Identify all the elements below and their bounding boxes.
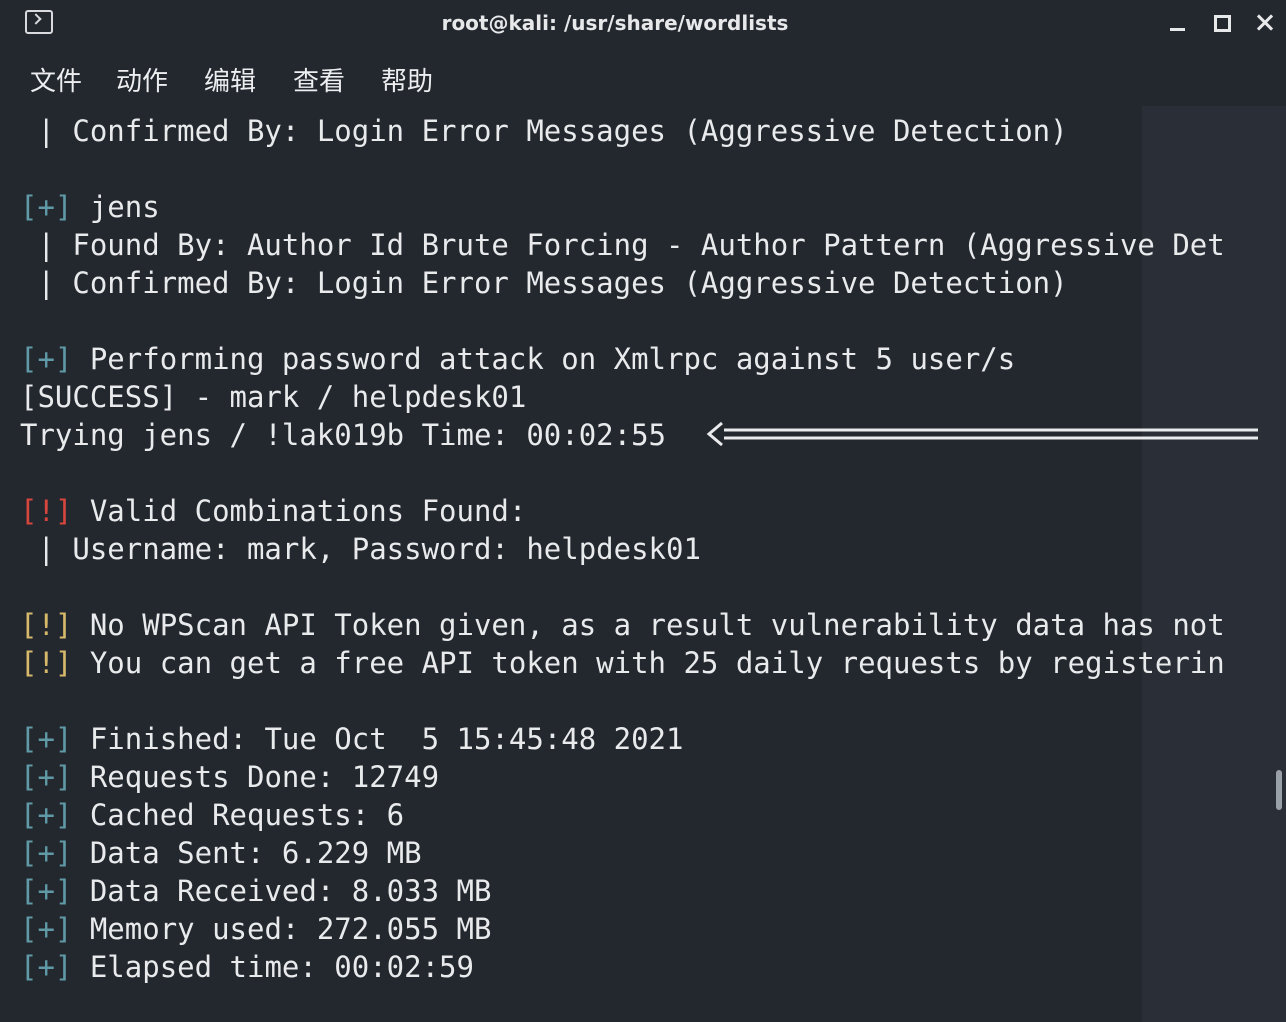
title-bar[interactable]: root@kali: /usr/share/wordlists: [0, 0, 1286, 48]
line-prefix: [+]: [20, 722, 73, 756]
line-text: Found By: Author Id Brute Forcing - Auth…: [54, 228, 1225, 262]
terminal-line: [!] No WPScan API Token given, as a resu…: [20, 606, 1225, 644]
line-prefix: [+]: [20, 190, 73, 224]
line-text: Performing password attack on Xmlrpc aga…: [72, 342, 1016, 376]
line-text: Finished: Tue Oct 5 15:45:48 2021: [72, 722, 684, 756]
left-arrow-annotation-icon: [706, 421, 1258, 447]
terminal-line: [+] jens: [20, 188, 160, 226]
line-prefix: [!]: [20, 608, 73, 642]
line-prefix: [+]: [20, 836, 73, 870]
terminal-line: [!] You can get a free API token with 25…: [20, 644, 1225, 682]
line-prefix: [!]: [20, 646, 73, 680]
terminal-output[interactable]: | Confirmed By: Login Error Messages (Ag…: [0, 106, 1286, 1022]
line-text: Confirmed By: Login Error Messages (Aggr…: [54, 114, 1068, 148]
window-title: root@kali: /usr/share/wordlists: [441, 11, 789, 35]
terminal-line: [+] Data Received: 8.033 MB: [20, 872, 491, 910]
maximize-button[interactable]: [1211, 12, 1233, 34]
line-text: Data Received: 8.033 MB: [72, 874, 492, 908]
line-text: Username: mark, Password: helpdesk01: [54, 532, 701, 566]
line-prefix: [!]: [20, 494, 73, 528]
line-prefix: [+]: [20, 760, 73, 794]
line-prefix: |: [20, 266, 55, 300]
terminal-line: [+] Data Sent: 6.229 MB: [20, 834, 422, 872]
menu-bar: 文件 动作 编辑 查看 帮助: [0, 48, 1286, 106]
terminal-line: [+] Finished: Tue Oct 5 15:45:48 2021: [20, 720, 683, 758]
line-text: Data Sent: 6.229 MB: [72, 836, 422, 870]
terminal-line: [!] Valid Combinations Found:: [20, 492, 526, 530]
menu-edit[interactable]: 编辑: [204, 61, 256, 98]
terminal-line: [+] Cached Requests: 6: [20, 796, 404, 834]
line-text: Memory used: 272.055 MB: [72, 912, 492, 946]
line-prefix: |: [20, 532, 55, 566]
line-text: Valid Combinations Found:: [72, 494, 527, 528]
menu-actions[interactable]: 动作: [116, 61, 168, 98]
line-text: Elapsed time: 00:02:59: [72, 950, 474, 984]
scrollbar-thumb[interactable]: [1276, 770, 1282, 810]
menu-help[interactable]: 帮助: [381, 61, 433, 98]
terminal-line: | Username: mark, Password: helpdesk01: [20, 530, 701, 568]
line-prefix: [+]: [20, 798, 73, 832]
close-button[interactable]: [1254, 12, 1276, 34]
line-text: [SUCCESS] - mark / helpdesk01: [20, 380, 527, 414]
terminal-line: [+] Memory used: 272.055 MB: [20, 910, 491, 948]
terminal-line: Trying jens / !lak019b Time: 00:02:55: [20, 416, 666, 454]
line-text: Confirmed By: Login Error Messages (Aggr…: [54, 266, 1068, 300]
line-text: Trying jens / !lak019b Time: 00:02:55: [20, 418, 667, 452]
terminal-line: [SUCCESS] - mark / helpdesk01: [20, 378, 526, 416]
line-prefix: |: [20, 114, 55, 148]
menu-view[interactable]: 查看: [293, 61, 345, 98]
terminal-line: | Confirmed By: Login Error Messages (Ag…: [20, 112, 1068, 150]
terminal-line: [+] Requests Done: 12749: [20, 758, 439, 796]
minimize-button[interactable]: [1167, 12, 1189, 34]
terminal-line: | Found By: Author Id Brute Forcing - Au…: [20, 226, 1225, 264]
line-text: Requests Done: 12749: [72, 760, 440, 794]
line-prefix: [+]: [20, 342, 73, 376]
menu-file[interactable]: 文件: [30, 61, 82, 98]
terminal-line: [+] Elapsed time: 00:02:59: [20, 948, 474, 986]
line-text: jens: [72, 190, 160, 224]
line-text: You can get a free API token with 25 dai…: [72, 646, 1225, 680]
terminal-line: | Confirmed By: Login Error Messages (Ag…: [20, 264, 1068, 302]
terminal-window: root@kali: /usr/share/wordlists 文件 动作 编辑…: [0, 0, 1286, 1022]
terminal-line: [+] Performing password attack on Xmlrpc…: [20, 340, 1015, 378]
line-text: No WPScan API Token given, as a result v…: [72, 608, 1225, 642]
line-text: Cached Requests: 6: [72, 798, 405, 832]
line-prefix: [+]: [20, 950, 73, 984]
line-prefix: |: [20, 228, 55, 262]
line-prefix: [+]: [20, 912, 73, 946]
line-prefix: [+]: [20, 874, 73, 908]
